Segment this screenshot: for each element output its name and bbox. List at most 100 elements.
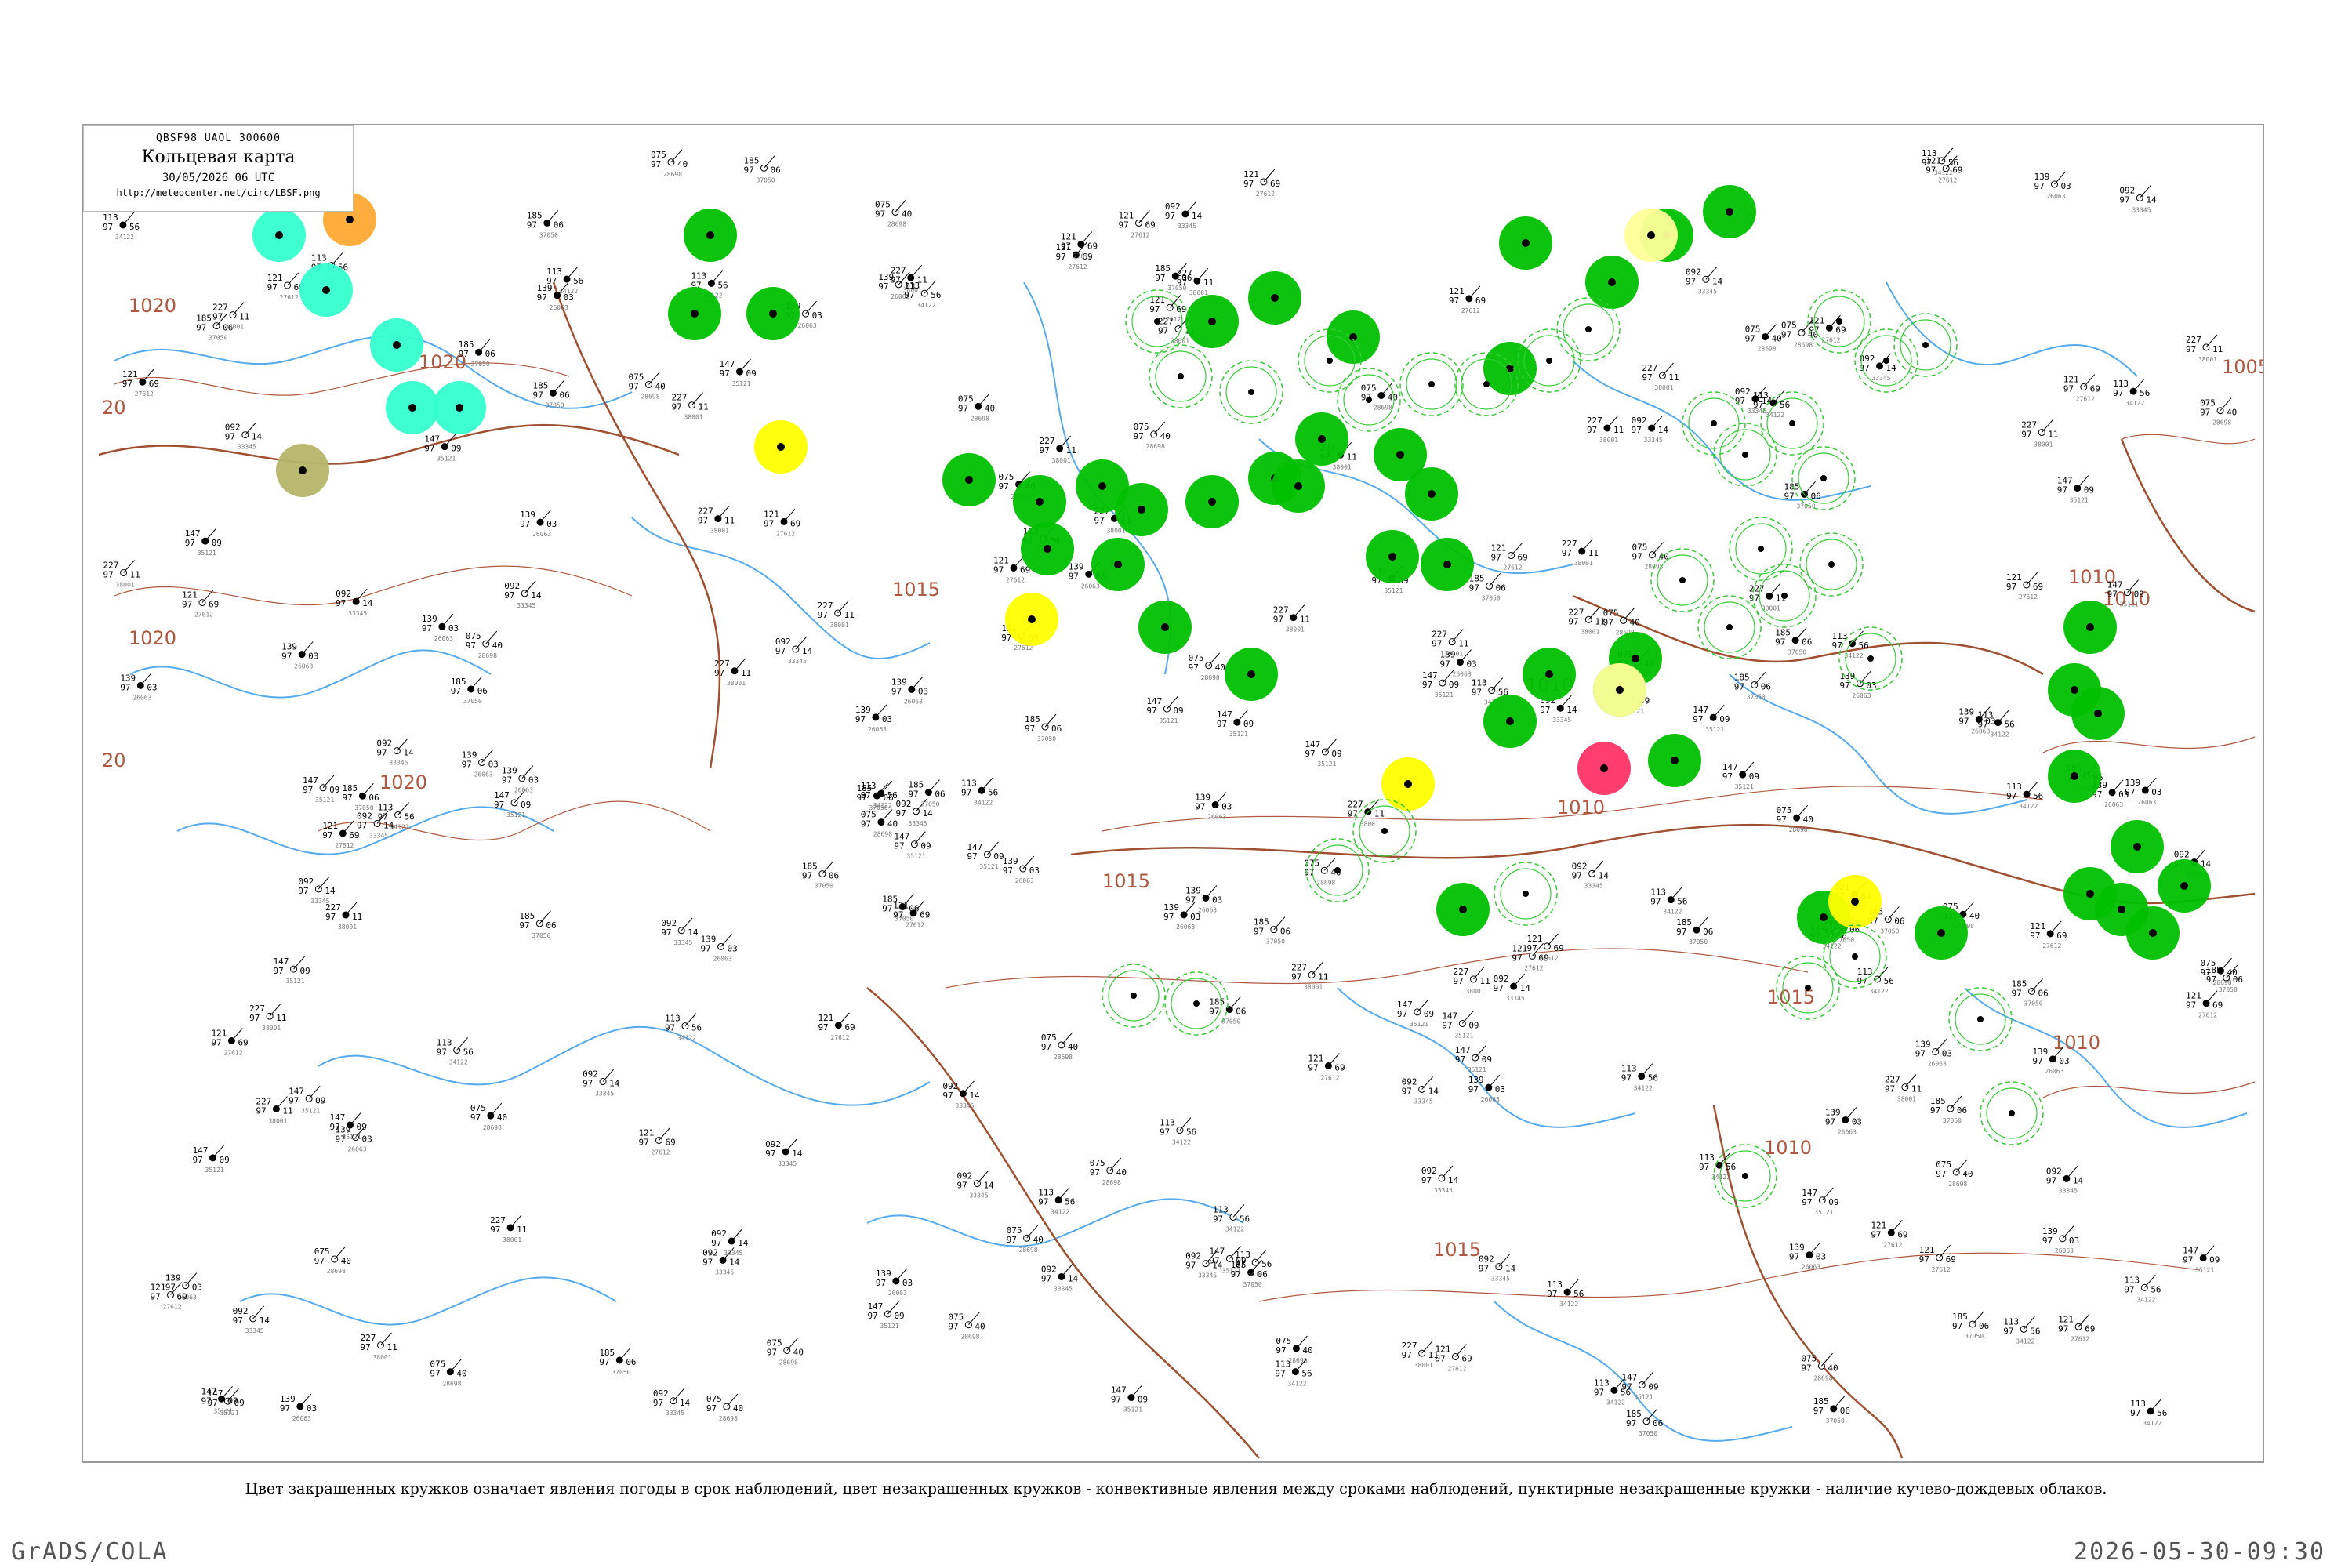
legend-caption: Цвет закрашенных кружков означает явлени… — [245, 1480, 2107, 1497]
svg-text:11: 11 — [517, 1225, 527, 1235]
svg-text:97: 97 — [1276, 1345, 1286, 1356]
cb-cloud-circle[interactable] — [1791, 446, 1856, 510]
svg-text:97: 97 — [322, 830, 332, 840]
svg-text:40: 40 — [1302, 1345, 1312, 1356]
weather-circle-green[interactable] — [2063, 601, 2117, 654]
weather-circle-pale-yellow[interactable] — [1624, 209, 1678, 262]
weather-circle-green[interactable] — [2048, 750, 2101, 803]
weather-circle-green[interactable] — [1115, 483, 1168, 536]
cb-cloud-circle[interactable] — [1102, 964, 1166, 1028]
svg-text:37050: 37050 — [1747, 693, 1766, 700]
svg-text:69: 69 — [1145, 220, 1155, 230]
weather-circle-green[interactable] — [668, 287, 721, 340]
weather-circle-green[interactable] — [1421, 538, 1474, 591]
weather-circle-green[interactable] — [2111, 820, 2164, 873]
svg-text:37050: 37050 — [1797, 503, 1816, 510]
weather-circle-green[interactable] — [684, 209, 737, 262]
weather-circle-green[interactable] — [1021, 522, 1074, 575]
weather-circle-green[interactable] — [1366, 530, 1419, 583]
svg-text:09: 09 — [329, 785, 339, 795]
svg-text:97: 97 — [532, 390, 543, 400]
weather-circle-yellow[interactable] — [1381, 757, 1435, 811]
svg-text:28698: 28698 — [873, 831, 892, 838]
weather-circle-cyan[interactable] — [386, 381, 439, 434]
weather-circle-cyan[interactable] — [299, 263, 353, 317]
weather-circle-green[interactable] — [1185, 295, 1239, 348]
svg-text:40: 40 — [975, 1322, 985, 1332]
svg-text:97: 97 — [958, 403, 968, 413]
weather-circle-green[interactable] — [1648, 734, 1701, 787]
weather-circle-pale-yellow[interactable] — [1593, 663, 1646, 717]
weather-circle-green[interactable] — [746, 287, 800, 340]
weather-circle-green[interactable] — [1138, 601, 1192, 654]
weather-circle-green[interactable] — [942, 453, 996, 506]
weather-circle-green[interactable] — [1248, 271, 1301, 325]
cb-cloud-circle[interactable] — [1305, 838, 1370, 902]
weather-circle-green[interactable] — [1091, 538, 1145, 591]
weather-circle-green[interactable] — [1327, 310, 1380, 364]
weather-map[interactable]: 1020 1020 1020 1020 20 20 1010 1010 1010… — [82, 124, 2264, 1463]
weather-circle-yellow[interactable] — [1005, 593, 1058, 646]
weather-circle-cyan[interactable] — [433, 381, 486, 434]
weather-circle-green[interactable] — [1436, 883, 1490, 936]
weather-circle-green[interactable] — [1483, 342, 1537, 395]
weather-circle-green[interactable] — [2158, 859, 2211, 913]
svg-text:06: 06 — [1496, 583, 1506, 593]
svg-text:97: 97 — [2063, 384, 2074, 394]
station-plot: 092971433345 — [336, 588, 373, 617]
cb-cloud-circle[interactable] — [1399, 352, 1464, 416]
cb-cloud-circle[interactable] — [1980, 1081, 2044, 1145]
svg-text:11: 11 — [1911, 1084, 1922, 1094]
svg-text:97: 97 — [225, 432, 235, 442]
svg-text:34122: 34122 — [974, 799, 993, 806]
svg-text:56: 56 — [1859, 641, 1869, 651]
svg-text:69: 69 — [1334, 1063, 1345, 1073]
station-plot: 139970326063 — [422, 613, 459, 642]
weather-circle-cyan[interactable] — [370, 318, 423, 372]
svg-text:97: 97 — [122, 379, 132, 389]
cb-cloud-circle[interactable] — [1219, 360, 1283, 424]
weather-circle-green[interactable] — [1405, 467, 1458, 521]
cb-cloud-circle[interactable] — [1799, 532, 1864, 597]
cb-cloud-circle[interactable] — [1713, 423, 1777, 487]
weather-circle-green[interactable] — [1013, 475, 1066, 528]
station-plot: 227971138001 — [818, 600, 855, 629]
weather-circle-green[interactable] — [2071, 687, 2125, 740]
station-plot: 092971433345 — [2119, 185, 2157, 213]
weather-circle-green[interactable] — [1703, 185, 1756, 238]
station-plot: 075974028698 — [1134, 421, 1171, 450]
weather-circle-green[interactable] — [1523, 648, 1576, 701]
svg-text:56: 56 — [463, 1047, 474, 1057]
cb-cloud-circle[interactable] — [1893, 313, 1958, 377]
weather-circle-green[interactable] — [1295, 412, 1348, 466]
weather-circle-green[interactable] — [1915, 906, 1968, 960]
weather-circle-yellow[interactable] — [1828, 875, 1882, 928]
weather-circle-green[interactable] — [1272, 459, 1325, 513]
svg-text:34122: 34122 — [2143, 1420, 2161, 1427]
svg-text:38001: 38001 — [710, 528, 729, 535]
svg-text:97: 97 — [1213, 1214, 1223, 1224]
weather-circle-green[interactable] — [1483, 695, 1537, 748]
svg-text:14: 14 — [260, 1316, 270, 1326]
station-plot: 121976927612 — [2058, 1313, 2095, 1342]
cb-cloud-circle[interactable] — [1697, 595, 1762, 659]
svg-text:97: 97 — [1165, 211, 1175, 221]
cb-cloud-circle[interactable] — [1149, 344, 1213, 408]
svg-text:37050: 37050 — [463, 698, 482, 705]
svg-text:97: 97 — [1442, 1020, 1452, 1030]
weather-circle-green[interactable] — [1585, 256, 1639, 309]
weather-circle-red[interactable] — [1577, 742, 1631, 795]
cb-cloud-circle[interactable] — [1948, 987, 2013, 1051]
weather-circle-cyan[interactable] — [252, 209, 306, 262]
weather-circle-yellow[interactable] — [754, 420, 808, 474]
weather-circle-green[interactable] — [2095, 883, 2148, 936]
svg-text:97: 97 — [638, 1137, 648, 1147]
svg-text:97: 97 — [744, 165, 754, 175]
weather-circle-green[interactable] — [1499, 216, 1552, 270]
weather-circle-green[interactable] — [1225, 648, 1278, 701]
svg-text:97: 97 — [1860, 363, 1870, 373]
source-url[interactable]: http://meteocenter.net/circ/LBSF.png — [84, 187, 353, 198]
weather-circle-olive[interactable] — [276, 444, 329, 497]
cb-cloud-circle[interactable] — [1494, 862, 1558, 926]
weather-circle-green[interactable] — [1185, 475, 1239, 528]
